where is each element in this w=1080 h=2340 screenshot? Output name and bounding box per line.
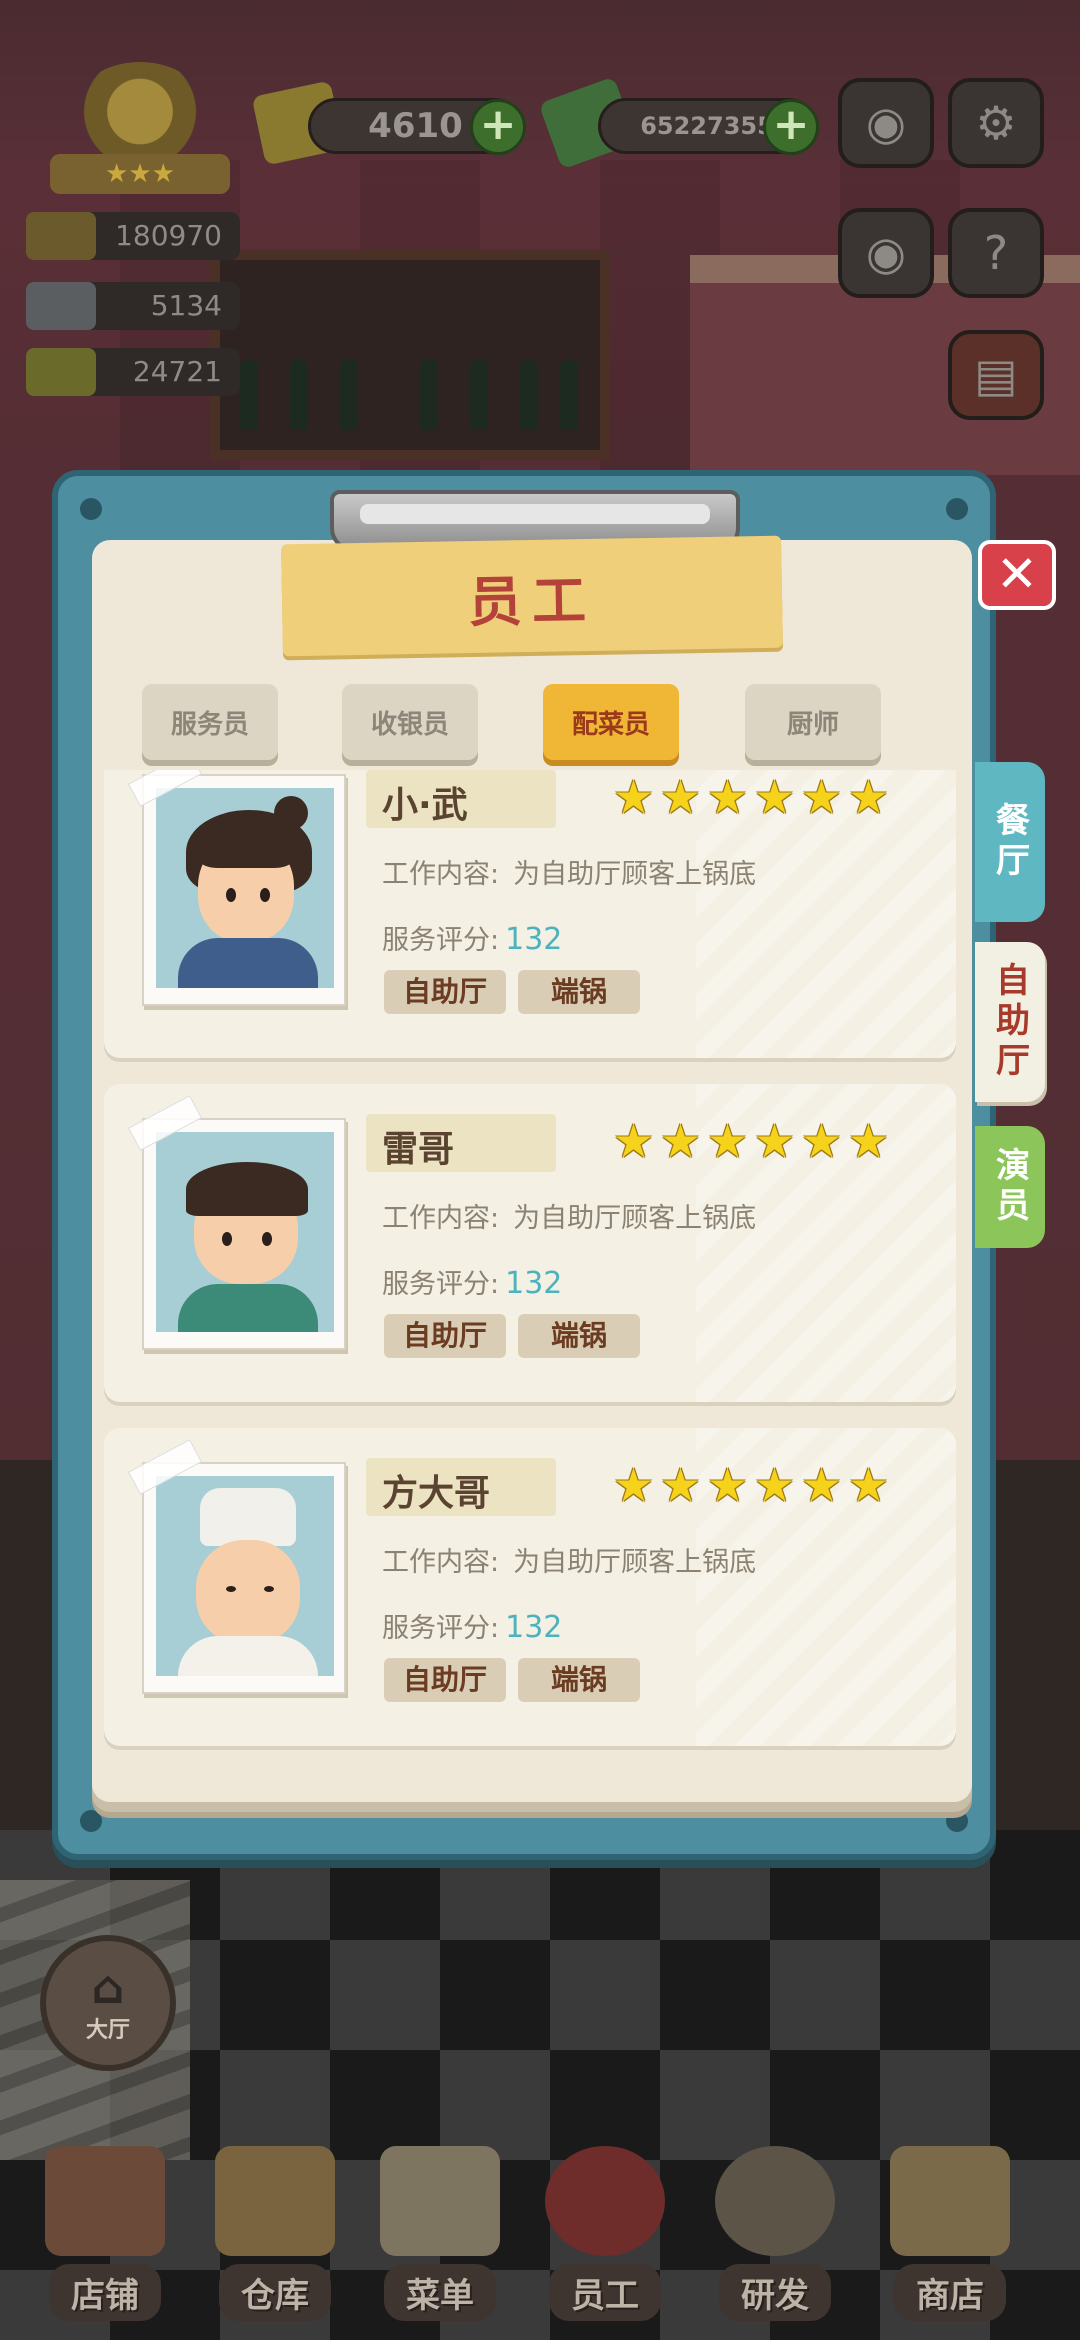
ticket-icon [26,348,96,396]
tag-carry-pot: 端锅 [518,1658,640,1702]
store-icon [890,2146,1010,2256]
shop-icon [45,2146,165,2256]
star-icon: ★ [800,770,843,824]
tag-buffet: 自助厅 [384,1314,506,1358]
tab-waiter[interactable]: 服务员 [142,684,278,760]
tab-cashier[interactable]: 收银员 [342,684,478,760]
star-icon: ★ [659,1458,702,1512]
star-icon: ★ [800,1458,843,1512]
tab-chef[interactable]: 厨师 [745,684,881,760]
warehouse-icon [215,2146,335,2256]
badge-stars: ★★★ [50,154,230,194]
eye-icon[interactable]: ◉ [838,208,934,298]
staff-card[interactable]: 雷哥 ★ ★ ★ ★ ★ ★ 工作内容: 为自助厅顾客上锅底 服务评分: 132 自… [104,1084,956,1402]
stat-row-1: 180970 [26,212,240,260]
star-icon: ★ [706,770,749,824]
nav-research[interactable]: 研发 [690,2136,860,2336]
nav-store[interactable]: 商店 [865,2136,1035,2336]
tab-prep-cook[interactable]: 配菜员 [543,684,679,760]
job-description: 工作内容: 为自助厅顾客上锅底 [382,1547,757,1578]
star-icon: ★ [753,770,796,824]
staff-portrait [127,1439,346,1694]
star-icon: ★ [706,1114,749,1168]
menu-clipboard-icon [380,2146,500,2256]
star-icon: ★ [753,1114,796,1168]
staff-name: 方大哥 [382,1473,491,1514]
star-icon: ★ [612,1114,655,1168]
staff-card[interactable]: 小·武 ★ ★ ★ ★ ★ ★ 工作内容: 为自助厅顾客上锅底 服务评分: 132 … [104,770,956,1058]
house-icon: ⌂ [91,1960,125,2014]
cash-value: 65227355 [640,112,774,140]
close-icon: ✕ [996,545,1038,603]
tag-carry-pot: 端锅 [518,1314,640,1358]
hall-button[interactable]: ⌂ 大厅 [40,1935,176,2071]
star-icon: ★ [706,1458,749,1512]
service-score: 服务评分: 132 [382,922,563,957]
star-icon: ★ [847,1458,890,1512]
nav-shop[interactable]: 店铺 [20,2136,190,2336]
dish-icon [26,282,96,330]
side-tab-actor[interactable]: 演员 [975,1126,1045,1248]
gems-counter: 4610 + [308,98,526,155]
cash-counter: 65227355 + [598,98,819,155]
gear-icon[interactable]: ⚙ [948,78,1044,168]
staff-list[interactable]: 小·武 ★ ★ ★ ★ ★ ★ 工作内容: 为自助厅顾客上锅底 服务评分: 132 … [100,770,960,1770]
restaurant-rank-badge[interactable]: ★★★ [50,62,230,194]
research-wok-icon [715,2146,835,2256]
star-icon: ★ [800,1114,843,1168]
hall-label: 大厅 [85,2018,130,2043]
staff-portrait [127,1095,346,1350]
tag-buffet: 自助厅 [384,970,506,1014]
plus-icon[interactable]: + [763,99,819,155]
stat-row-3: 24721 [26,348,240,396]
modal-title-banner: 员工 [281,535,783,657]
staff-card[interactable]: 方大哥 ★ ★ ★ ★ ★ ★ 工作内容: 为自助厅顾客上锅底 服务评分: 132 … [104,1428,956,1746]
staff-icon [545,2146,665,2256]
staff-stars: ★ ★ ★ ★ ★ ★ [612,1458,890,1512]
plus-icon[interactable]: + [470,99,526,155]
star-icon: ★ [659,1114,702,1168]
job-description: 工作内容: 为自助厅顾客上锅底 [382,859,757,890]
nav-warehouse[interactable]: 仓库 [190,2136,360,2336]
star-icon: ★ [847,770,890,824]
stat-row-2: 5134 [26,282,240,330]
star-icon: ★ [612,770,655,824]
tag-buffet: 自助厅 [384,1658,506,1702]
star-icon: ★ [753,1458,796,1512]
tag-carry-pot: 端锅 [518,970,640,1014]
side-tab-buffet[interactable]: 自助厅 [975,942,1045,1102]
staff-name: 雷哥 [382,1129,455,1170]
nav-staff[interactable]: 员工 [520,2136,690,2336]
ingot-icon [26,212,96,260]
close-button[interactable]: ✕ [978,540,1056,610]
service-score: 服务评分: 132 [382,1610,563,1645]
staff-portrait [127,770,346,1006]
star-icon: ★ [612,1458,655,1512]
staff-stars: ★ ★ ★ ★ ★ ★ [612,770,890,824]
gems-value: 4610 [368,106,463,146]
staff-name: 小·武 [382,785,468,826]
side-tab-restaurant[interactable]: 餐厅 [975,762,1045,922]
recipe-book-icon[interactable]: ▤ [948,330,1044,420]
nav-menu[interactable]: 菜单 [355,2136,525,2336]
job-description: 工作内容: 为自助厅顾客上锅底 [382,1203,757,1234]
service-score: 服务评分: 132 [382,1266,563,1301]
bottle-shelf [210,250,610,460]
camera-icon[interactable]: ◉ [838,78,934,168]
star-icon: ★ [847,1114,890,1168]
star-icon: ★ [659,770,702,824]
modal-title: 员工 [467,568,597,634]
staff-stars: ★ ★ ★ ★ ★ ★ [612,1114,890,1168]
book-help-icon[interactable]: ? [948,208,1044,298]
